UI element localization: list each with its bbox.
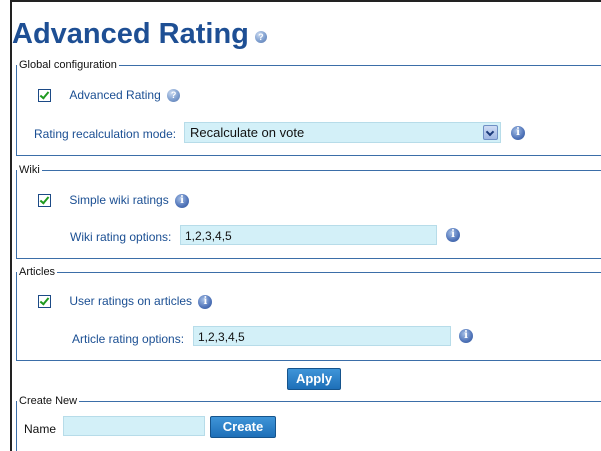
simple-wiki-ratings-label: Simple wiki ratings <box>69 193 169 207</box>
user-ratings-articles-label: User ratings on articles <box>69 294 193 308</box>
chevron-down-icon[interactable] <box>483 125 498 140</box>
articles-legend: Articles <box>19 266 56 278</box>
articles-section: Articles <box>16 266 601 361</box>
name-input[interactable] <box>63 416 205 436</box>
wiki-rating-options-label: Wiki rating options: <box>70 230 172 244</box>
help-icon[interactable]: ? <box>254 31 267 43</box>
advanced-rating-checkbox[interactable] <box>38 89 51 103</box>
wiki-rating-options-input[interactable]: 1,2,3,4,5 <box>180 225 437 245</box>
wiki-legend: Wiki <box>19 164 40 176</box>
info-icon[interactable]: i <box>175 193 190 208</box>
create-button[interactable]: Create <box>210 416 276 438</box>
simple-wiki-ratings-checkbox[interactable] <box>38 194 51 208</box>
global-configuration-legend: Global configuration <box>19 59 117 71</box>
name-label: Name <box>24 422 57 436</box>
page-title: Advanced Rating <box>12 18 249 50</box>
info-icon[interactable]: i <box>459 329 473 343</box>
apply-button[interactable]: Apply <box>287 368 341 390</box>
info-icon[interactable]: i <box>198 294 213 309</box>
info-icon[interactable]: i <box>446 228 460 242</box>
recalc-mode-value: Recalculate on vote <box>190 125 305 140</box>
article-rating-options-input[interactable]: 1,2,3,4,5 <box>193 326 451 346</box>
advanced-rating-row: Advanced Rating ? <box>38 88 181 103</box>
recalc-label: Rating recalculation mode: <box>34 127 177 141</box>
user-ratings-articles-checkbox[interactable] <box>38 295 51 309</box>
advanced-rating-label: Advanced Rating <box>69 88 161 102</box>
create-new-legend: Create New <box>19 395 78 407</box>
article-rating-options-label: Article rating options: <box>72 332 185 346</box>
user-ratings-articles-row: User ratings on articles i <box>38 294 213 309</box>
recalc-mode-select[interactable]: Recalculate on vote <box>184 122 501 143</box>
page-title-row: Advanced Rating? <box>12 16 267 52</box>
simple-wiki-ratings-row: Simple wiki ratings i <box>38 193 190 208</box>
help-icon[interactable]: ? <box>167 89 181 103</box>
info-icon[interactable]: i <box>511 126 525 140</box>
